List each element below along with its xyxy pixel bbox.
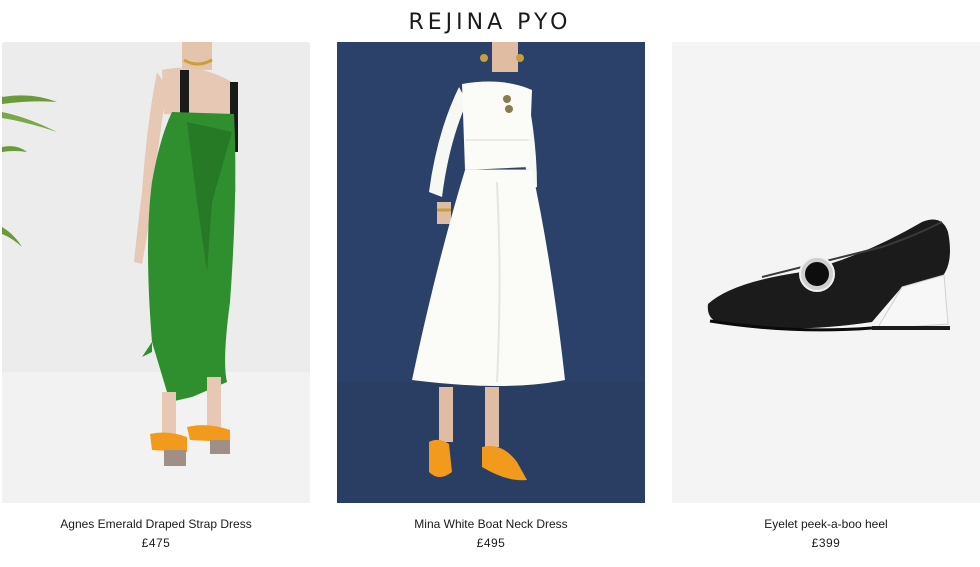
- product-name[interactable]: Agnes Emerald Draped Strap Dress: [2, 517, 310, 531]
- product-name[interactable]: Eyelet peek-a-boo heel: [672, 517, 980, 531]
- product-price: £475: [141, 536, 171, 550]
- product-image-black-heel[interactable]: [672, 42, 980, 503]
- product-price: £495: [476, 536, 506, 550]
- product-name[interactable]: Mina White Boat Neck Dress: [337, 517, 645, 531]
- product-image-white-dress[interactable]: [337, 42, 645, 503]
- product-card[interactable]: Mina White Boat Neck Dress £495: [337, 42, 645, 550]
- product-card[interactable]: Eyelet peek-a-boo heel £399: [672, 42, 980, 550]
- product-price: £399: [811, 536, 841, 550]
- product-card[interactable]: Agnes Emerald Draped Strap Dress £475: [2, 42, 310, 550]
- brand-logo[interactable]: REJINA PYO: [0, 10, 980, 35]
- product-image-green-dress[interactable]: [2, 42, 310, 503]
